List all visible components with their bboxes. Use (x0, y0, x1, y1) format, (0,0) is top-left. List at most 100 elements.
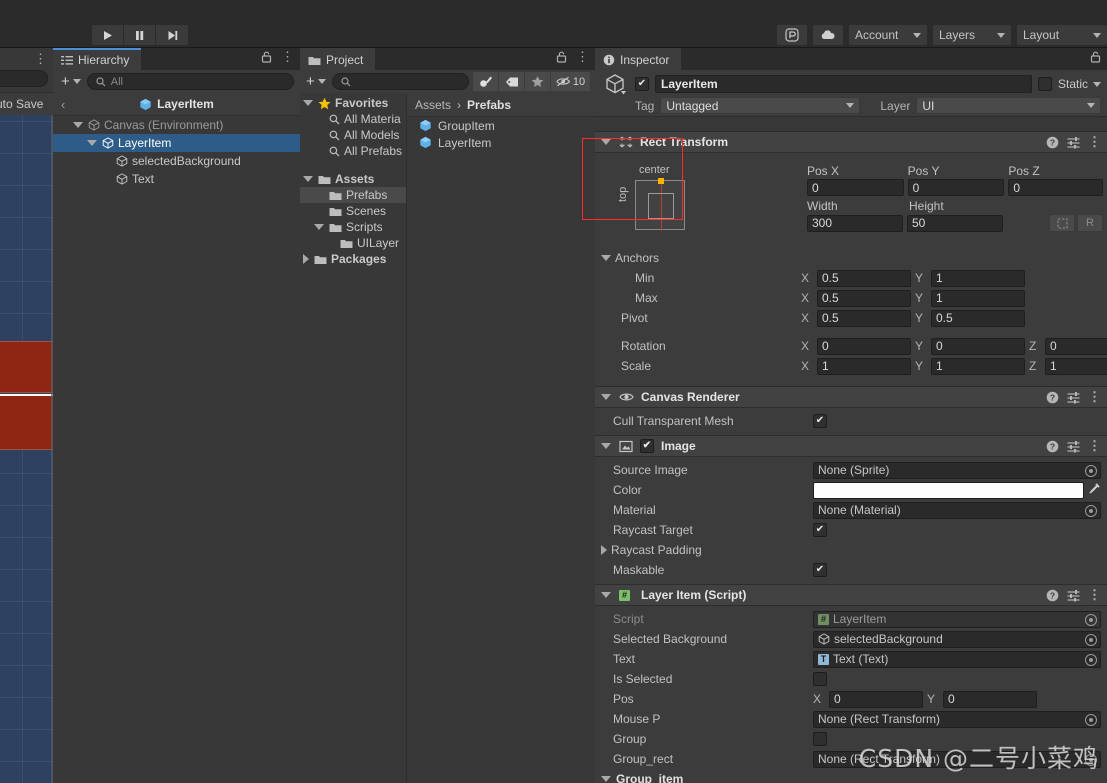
anchor-preset-widget[interactable]: center top (615, 164, 707, 242)
help-icon[interactable]: ? (1046, 440, 1059, 453)
object-name-input[interactable]: LayerItem (655, 75, 1032, 93)
width-input[interactable]: 300 (807, 214, 903, 232)
raycast-padding-foldout[interactable]: Raycast Padding (595, 540, 1107, 560)
component-header-rect-transform[interactable]: Rect Transform ? ⋮ (595, 131, 1107, 153)
rotation-y-input[interactable]: 0 (931, 337, 1025, 355)
kebab-icon[interactable]: ⋮ (34, 52, 47, 65)
source-image-field[interactable]: None (Sprite) (813, 461, 1101, 479)
scene-block[interactable] (0, 394, 53, 450)
hierarchy-row[interactable]: Text (53, 170, 300, 188)
help-icon[interactable]: ? (1046, 136, 1059, 149)
foldout-triangle-icon[interactable] (601, 139, 611, 145)
kebab-icon[interactable]: ⋮ (576, 50, 589, 63)
static-checkbox[interactable] (1037, 77, 1052, 91)
kebab-icon[interactable]: ⋮ (1088, 135, 1101, 148)
script-pos-x-input[interactable]: 0 (829, 690, 923, 708)
component-header-layer-item-script[interactable]: # Layer Item (Script) ? ⋮ (595, 584, 1107, 606)
pos-x-input[interactable]: 0 (807, 179, 904, 196)
foldout-triangle-icon[interactable] (601, 255, 611, 261)
scene-view[interactable] (0, 115, 53, 783)
lock-icon[interactable] (1090, 51, 1101, 63)
object-picker-icon[interactable] (1085, 613, 1097, 626)
filter-favorite-button[interactable] (525, 72, 551, 91)
object-picker-icon[interactable] (1085, 633, 1097, 646)
rotation-x-input[interactable]: 0 (817, 337, 911, 355)
hidden-packages-button[interactable]: 10 (551, 72, 591, 91)
foldout-triangle-icon[interactable] (87, 140, 97, 146)
kebab-icon[interactable]: ⋮ (1088, 439, 1101, 452)
foldout-triangle-icon[interactable] (303, 176, 313, 182)
raw-edit-button[interactable]: R (1077, 214, 1103, 232)
foldout-triangle-icon[interactable] (601, 592, 611, 598)
project-tree-row[interactable]: Scripts (300, 219, 406, 235)
preset-icon[interactable] (1067, 440, 1080, 453)
project-tree-row[interactable]: Favorites (300, 95, 406, 111)
object-picker-icon[interactable] (1085, 713, 1097, 726)
foldout-triangle-icon[interactable] (601, 545, 607, 555)
pivot-y-input[interactable]: 0.5 (931, 309, 1025, 327)
height-input[interactable]: 50 (907, 214, 1003, 232)
hierarchy-search-input[interactable]: All (86, 73, 294, 90)
object-picker-icon[interactable] (1085, 464, 1097, 477)
script-field-checkbox[interactable] (813, 732, 827, 746)
project-tree-row[interactable]: All Prefabs (300, 143, 406, 159)
pivot-x-input[interactable]: 0.5 (817, 309, 911, 327)
foldout-triangle-icon[interactable] (303, 254, 309, 264)
hierarchy-row[interactable]: Canvas (Environment) (53, 116, 300, 134)
scene-block[interactable] (0, 341, 53, 393)
raycast-target-checkbox[interactable] (813, 523, 827, 537)
object-enabled-checkbox[interactable] (635, 77, 649, 91)
kebab-icon[interactable]: ⋮ (1088, 390, 1101, 403)
script-object-field[interactable]: # LayerItem (813, 610, 1101, 628)
collab-button[interactable] (777, 25, 807, 45)
preset-icon[interactable] (1067, 391, 1080, 404)
pos-z-input[interactable]: 0 (1008, 179, 1103, 196)
anchor-min-x-input[interactable]: 0.5 (817, 269, 911, 287)
anchor-max-y-input[interactable]: 1 (931, 289, 1025, 307)
hierarchy-row[interactable]: selectedBackground (53, 152, 300, 170)
project-search-input[interactable] (331, 73, 469, 90)
scale-z-input[interactable]: 1 (1045, 357, 1107, 375)
pos-y-input[interactable]: 0 (907, 179, 1005, 196)
project-tree-row[interactable]: Scenes (300, 203, 406, 219)
foldout-triangle-icon[interactable] (601, 776, 611, 782)
component-header-canvas-renderer[interactable]: Canvas Renderer ? ⋮ (595, 386, 1107, 408)
image-enabled-checkbox[interactable] (640, 439, 654, 453)
breadcrumb-back-button[interactable]: ‹ (61, 97, 65, 112)
script-object-field[interactable]: selectedBackground (813, 630, 1101, 648)
lock-icon[interactable] (261, 51, 272, 63)
breadcrumb-root[interactable]: Assets (415, 98, 451, 112)
play-button[interactable] (92, 25, 124, 45)
script-object-field[interactable]: T Text (Text) (813, 650, 1101, 668)
project-tree-row[interactable]: Prefabs (300, 187, 406, 203)
help-icon[interactable]: ? (1046, 391, 1059, 404)
tag-dropdown[interactable]: Untagged (660, 97, 861, 114)
layer-dropdown[interactable]: UI (916, 97, 1101, 114)
cull-transparent-mesh-checkbox[interactable] (813, 414, 827, 428)
project-tree-row[interactable]: All Materia (300, 111, 406, 127)
filter-label-button[interactable] (499, 72, 525, 91)
script-pos-y-input[interactable]: 0 (943, 690, 1037, 708)
static-dropdown[interactable]: Static (1058, 77, 1101, 91)
kebab-icon[interactable]: ⋮ (281, 50, 294, 63)
preset-icon[interactable] (1067, 136, 1080, 149)
project-item[interactable]: GroupItem (407, 117, 595, 134)
help-icon[interactable]: ? (1046, 589, 1059, 602)
tab-project[interactable]: Project (300, 48, 376, 70)
foldout-triangle-icon[interactable] (601, 443, 611, 449)
kebab-icon[interactable]: ⋮ (1088, 588, 1101, 601)
component-header-image[interactable]: Image ? ⋮ (595, 435, 1107, 457)
foldout-triangle-icon[interactable] (601, 394, 611, 400)
color-swatch[interactable] (813, 481, 1084, 499)
pause-button[interactable] (124, 25, 156, 45)
hierarchy-row[interactable]: LayerItem (53, 134, 300, 152)
anchor-min-y-input[interactable]: 1 (931, 269, 1025, 287)
foldout-triangle-icon[interactable] (303, 100, 313, 106)
project-tree-row[interactable]: Packages (300, 251, 406, 267)
project-item[interactable]: LayerItem (407, 134, 595, 151)
script-field-checkbox[interactable] (813, 672, 827, 686)
project-tree-row[interactable]: Assets (300, 171, 406, 187)
scene-search-input[interactable] (0, 70, 48, 87)
rotation-z-input[interactable]: 0 (1045, 337, 1107, 355)
layout-dropdown[interactable]: Layout (1017, 25, 1107, 45)
